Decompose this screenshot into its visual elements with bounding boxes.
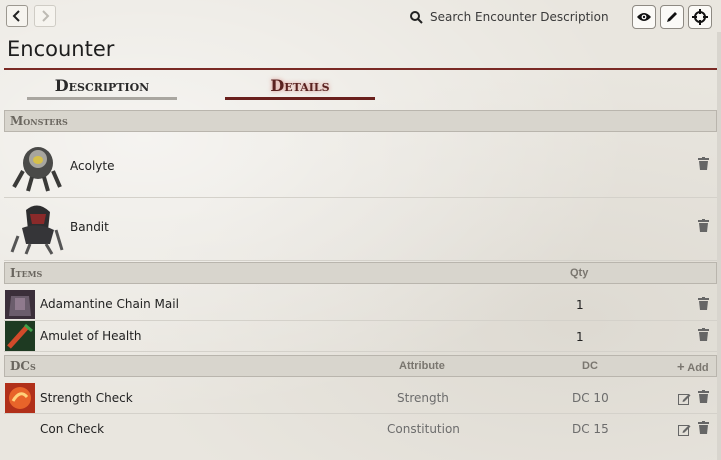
add-dc-button[interactable]: + Add <box>677 359 709 374</box>
tab-description-underline <box>27 97 177 100</box>
dc-row[interactable]: Strength Check Strength DC 10 <box>4 382 717 414</box>
dc-value[interactable]: DC 15 <box>572 422 609 436</box>
dcs-section-title: DCs <box>10 359 36 373</box>
search-field[interactable]: Search Encounter Description <box>410 8 609 26</box>
trash-icon <box>698 328 709 341</box>
tab-details[interactable]: Details <box>225 76 375 95</box>
amulet-of-health-icon <box>5 321 35 351</box>
visibility-button[interactable] <box>632 5 656 29</box>
dc-name[interactable]: Strength Check <box>40 391 133 405</box>
page-title: Encounter <box>7 37 115 61</box>
edit-dc-button[interactable] <box>678 390 691 409</box>
title-divider <box>4 68 717 70</box>
dc-name[interactable]: Con Check <box>40 422 104 436</box>
tab-details-underline <box>225 97 375 100</box>
bandit-portrait <box>10 205 64 255</box>
forward-button[interactable] <box>34 5 56 27</box>
strength-check-icon <box>5 383 35 413</box>
items-section-header: Items Qty <box>4 262 717 284</box>
dc-value[interactable]: DC 10 <box>572 391 609 405</box>
search-icon <box>410 10 423 24</box>
attribute-column-header: Attribute <box>399 360 445 372</box>
target-button[interactable] <box>688 5 712 29</box>
monster-name[interactable]: Acolyte <box>70 159 114 173</box>
trash-icon <box>698 297 709 310</box>
monsters-section-header: Monsters <box>4 110 717 132</box>
item-name[interactable]: Amulet of Health <box>40 329 142 343</box>
trash-icon <box>698 219 709 232</box>
adamantine-chain-mail-icon <box>5 290 35 319</box>
crosshair-icon <box>692 9 708 25</box>
add-dc-label: Add <box>687 362 709 374</box>
delete-dc-button[interactable] <box>698 390 709 406</box>
qty-column-header: Qty <box>570 267 589 279</box>
item-row[interactable]: Adamantine Chain Mail 1 <box>4 289 717 321</box>
trash-icon <box>698 421 709 434</box>
back-button[interactable] <box>6 5 28 27</box>
edit-button[interactable] <box>660 5 684 29</box>
edit-dc-button[interactable] <box>678 421 691 440</box>
edit-icon <box>678 394 691 405</box>
chevron-left-icon <box>12 10 20 22</box>
trash-icon <box>698 157 709 170</box>
delete-item-button[interactable] <box>698 328 709 344</box>
dc-attribute[interactable]: Strength <box>397 391 449 405</box>
edit-icon <box>678 425 691 436</box>
monsters-section-title: Monsters <box>10 114 68 128</box>
plus-icon: + <box>677 359 685 374</box>
dc-row[interactable]: Con Check Constitution DC 15 <box>4 414 717 444</box>
delete-monster-button[interactable] <box>698 157 709 173</box>
tab-description[interactable]: Description <box>27 76 177 95</box>
chevron-right-icon <box>42 10 50 22</box>
eye-icon <box>637 13 651 21</box>
dc-attribute[interactable]: Constitution <box>387 422 460 436</box>
dc-column-header: DC <box>582 360 598 372</box>
item-name[interactable]: Adamantine Chain Mail <box>40 297 179 311</box>
monster-row-acolyte[interactable]: Acolyte <box>4 135 717 198</box>
scrollbar[interactable] <box>717 32 721 460</box>
items-section-title: Items <box>10 266 43 280</box>
monster-name[interactable]: Bandit <box>70 220 109 234</box>
trash-icon <box>698 390 709 403</box>
delete-dc-button[interactable] <box>698 421 709 437</box>
pencil-icon <box>667 12 677 22</box>
item-qty[interactable]: 1 <box>576 330 584 344</box>
item-row[interactable]: Amulet of Health 1 <box>4 321 717 352</box>
search-input[interactable]: Search Encounter Description <box>430 10 609 24</box>
item-qty[interactable]: 1 <box>576 298 584 312</box>
monster-row-bandit[interactable]: Bandit <box>4 198 717 261</box>
delete-monster-button[interactable] <box>698 219 709 235</box>
top-bar: Search Encounter Description <box>0 0 721 32</box>
acolyte-portrait <box>12 147 62 192</box>
delete-item-button[interactable] <box>698 297 709 313</box>
dcs-section-header: DCs Attribute DC + Add <box>4 355 717 377</box>
